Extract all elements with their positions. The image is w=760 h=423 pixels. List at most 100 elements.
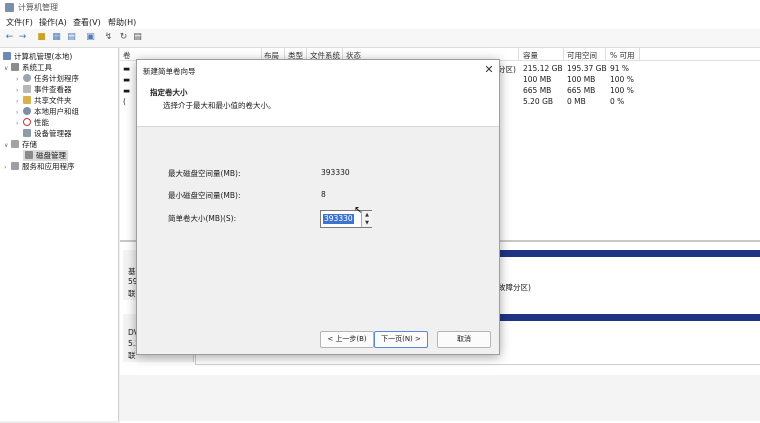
col-free[interactable]: 可用空间: [567, 50, 597, 61]
disk0-partition-tail: 故障分区): [498, 283, 531, 292]
column-divider: [518, 48, 519, 60]
chevron-down-icon[interactable]: ∨: [4, 65, 11, 72]
volume-free: 0 MB: [567, 97, 586, 106]
dialog-body: 最大磁盘空间量(MB): 393330 最小磁盘空间量(MB): 8 简单卷大小…: [137, 127, 499, 323]
dialog-title: 新建简单卷向导: [143, 67, 196, 76]
max-space-value: 393330: [321, 168, 350, 177]
export-icon[interactable]: ▤: [132, 32, 143, 43]
col-capacity[interactable]: 容量: [523, 50, 538, 61]
dialog-heading: 指定卷大小: [150, 88, 188, 97]
menu-file[interactable]: 文件(F): [6, 17, 33, 28]
volume-size-input[interactable]: 393330: [323, 214, 354, 224]
tree-device-manager[interactable]: 设备管理器: [23, 128, 72, 139]
menu-view[interactable]: 查看(V): [73, 17, 101, 28]
title-bar: 计算机管理: [0, 0, 760, 15]
volume-free: 665 MB: [567, 86, 596, 95]
chevron-right-icon[interactable]: ›: [4, 164, 11, 171]
chevron-right-icon[interactable]: ›: [16, 120, 23, 127]
tree-storage[interactable]: ∨ 存储: [4, 139, 37, 150]
event-log-icon: [23, 85, 31, 93]
forward-icon[interactable]: →: [17, 32, 28, 43]
chevron-right-icon[interactable]: ›: [16, 98, 23, 105]
tree-event-viewer[interactable]: › 事件查看器: [16, 84, 72, 95]
volume-pct: 100 %: [610, 75, 634, 84]
disk-icon: [25, 151, 33, 159]
help-icon[interactable]: ▣: [85, 32, 96, 43]
tools-icon: [11, 63, 19, 71]
clock-icon: [23, 74, 31, 82]
volume-pct: 100 %: [610, 86, 634, 95]
connect-icon[interactable]: ↯: [103, 32, 114, 43]
storage-icon: [11, 140, 19, 148]
cancel-button[interactable]: 取消: [437, 331, 491, 348]
tree-services[interactable]: › 服务和应用程序: [4, 161, 75, 172]
max-space-label: 最大磁盘空间量(MB):: [168, 169, 241, 178]
volume-capacity: 215.12 GB: [523, 64, 563, 73]
shared-folder-icon: [23, 96, 31, 104]
menu-action[interactable]: 操作(A): [39, 17, 67, 28]
properties-icon[interactable]: ▤: [66, 32, 77, 43]
folder-up-icon[interactable]: ■: [36, 32, 47, 43]
tree-task-scheduler[interactable]: › 任务计划程序: [16, 73, 79, 84]
disk0-status: 联: [128, 289, 136, 298]
disk0-partition-bar: [498, 250, 760, 257]
close-icon[interactable]: ✕: [483, 63, 495, 76]
volume-capacity: 100 MB: [523, 75, 552, 84]
lower-empty-area: [120, 375, 760, 421]
next-button[interactable]: 下一页(N) >: [374, 331, 428, 348]
min-space-value: 8: [321, 190, 326, 199]
tree-local-users[interactable]: › 本地用户和组: [16, 106, 79, 117]
tree-system-tools[interactable]: ∨ 系统工具: [4, 62, 52, 73]
tree-disk-management[interactable]: 磁盘管理: [23, 150, 68, 161]
volume-free: 195.37 GB: [567, 64, 607, 73]
window-title: 计算机管理: [18, 3, 58, 12]
cursor-icon: ↖: [354, 205, 363, 216]
dialog-header: 指定卷大小 选择介于最大和最小值的卷大小。: [137, 78, 499, 127]
volume-size-label: 简单卷大小(MB)(S):: [168, 214, 237, 223]
column-divider: [639, 48, 640, 60]
menu-help[interactable]: 帮助(H): [108, 17, 136, 28]
chevron-down-icon[interactable]: ∨: [4, 142, 11, 149]
disk1-partition-bar: [498, 314, 760, 321]
computer-icon: [3, 52, 11, 60]
spin-down-icon[interactable]: ▼: [362, 219, 372, 227]
tree-root[interactable]: 计算机管理(本地): [3, 51, 72, 62]
chevron-right-icon[interactable]: ›: [16, 109, 23, 116]
volume-drive-icon: ▬: [123, 86, 131, 95]
navigation-tree: 计算机管理(本地) ∨ 系统工具 › 任务计划程序 › 事件查看器 › 共享文件夹 › 本…: [0, 48, 119, 421]
min-space-label: 最小磁盘空间量(MB):: [168, 191, 241, 200]
col-percent-free[interactable]: % 可用: [610, 50, 635, 61]
volume-free: 100 MB: [567, 75, 596, 84]
tree-shared-folders[interactable]: › 共享文件夹: [16, 95, 72, 106]
services-icon: [11, 162, 19, 170]
spin-up-icon[interactable]: ▲: [362, 211, 372, 219]
disk1-status: 联: [128, 351, 136, 360]
tree-performance[interactable]: › 性能: [16, 117, 49, 128]
volume-capacity: 5.20 GB: [523, 97, 554, 106]
volume-size-stepper[interactable]: 393330 ▲ ▼: [320, 210, 372, 228]
volume-drive-icon: ▬: [123, 64, 131, 73]
toolbar: ← → ■ ▦ ▤ ▣ ↯ ↻ ▤: [0, 29, 760, 48]
volume-name: (: [123, 97, 126, 106]
volume-pct: 91 %: [610, 64, 630, 73]
show-hide-tree-icon[interactable]: ▦: [51, 32, 62, 43]
new-simple-volume-wizard: 新建简单卷向导 ✕ 指定卷大小 选择介于最大和最小值的卷大小。 最大磁盘空间量(…: [136, 59, 500, 355]
col-volume[interactable]: 卷: [123, 50, 131, 61]
column-divider: [605, 48, 606, 60]
performance-icon: [23, 118, 31, 126]
disk0-label: 基: [128, 267, 136, 276]
refresh-icon[interactable]: ↻: [118, 32, 129, 43]
stepper-buttons: ▲ ▼: [361, 211, 372, 227]
volume-status-tail: 分区): [498, 65, 516, 74]
volume-capacity: 665 MB: [523, 86, 552, 95]
volume-drive-icon: ▬: [123, 75, 131, 84]
device-icon: [23, 129, 31, 137]
back-button[interactable]: < 上一步(B): [320, 331, 374, 348]
users-icon: [23, 107, 31, 115]
computer-management-icon: [5, 3, 14, 12]
chevron-right-icon[interactable]: ›: [16, 76, 23, 83]
chevron-right-icon[interactable]: ›: [16, 87, 23, 94]
back-icon[interactable]: ←: [4, 32, 15, 43]
column-divider: [563, 48, 564, 60]
dialog-footer: < 上一步(B) 下一页(N) > 取消: [137, 323, 499, 354]
